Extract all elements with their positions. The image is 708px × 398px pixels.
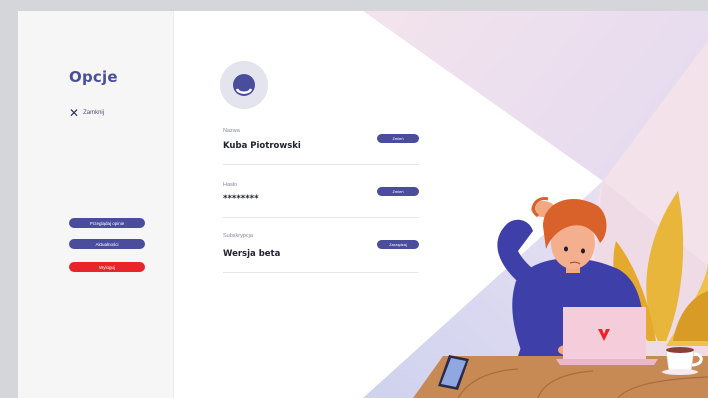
sidebar: Opcje ✕ Zamknij Przeglądaj opinie Aktual…	[18, 11, 174, 398]
laptop-logo-icon	[598, 329, 610, 341]
phone	[438, 355, 469, 390]
bg-shape-mid	[578, 181, 708, 398]
logout-button[interactable]: Wyloguj	[69, 262, 145, 272]
sidebar-title: Opcje	[69, 68, 118, 86]
password-label: Hasło	[223, 182, 238, 188]
close-button[interactable]: ✕ Zamknij	[69, 106, 105, 120]
desk	[413, 356, 708, 398]
browse-reviews-button[interactable]: Przeglądaj opinie	[69, 218, 145, 228]
name-value: Kuba Piotrowski	[223, 141, 301, 151]
person	[497, 197, 644, 356]
news-button[interactable]: Aktualności	[69, 239, 145, 249]
divider	[223, 217, 419, 218]
password-value: ********	[223, 194, 259, 204]
avatar-icon	[220, 61, 268, 109]
avatar[interactable]	[220, 61, 268, 109]
divider	[223, 272, 419, 273]
settings-window: Opcje ✕ Zamknij Przeglądaj opinie Aktual…	[18, 11, 708, 398]
close-label: Zamknij	[83, 110, 105, 116]
coffee-cup	[662, 347, 703, 375]
change-name-button[interactable]: Zmień	[377, 134, 419, 143]
bg-shape-right	[488, 41, 708, 398]
plant	[613, 191, 708, 346]
change-password-button[interactable]: Zmień	[377, 187, 419, 196]
divider	[223, 164, 419, 165]
name-label: Nazwa	[223, 128, 240, 134]
bg-shape-bottom	[363, 181, 603, 398]
manage-subscription-button[interactable]: Zarządzaj	[377, 240, 419, 249]
laptop	[556, 307, 658, 365]
subscription-value: Wersja beta	[223, 249, 281, 259]
close-icon: ✕	[69, 106, 80, 120]
subscription-label: Subskrypcja	[223, 233, 253, 239]
